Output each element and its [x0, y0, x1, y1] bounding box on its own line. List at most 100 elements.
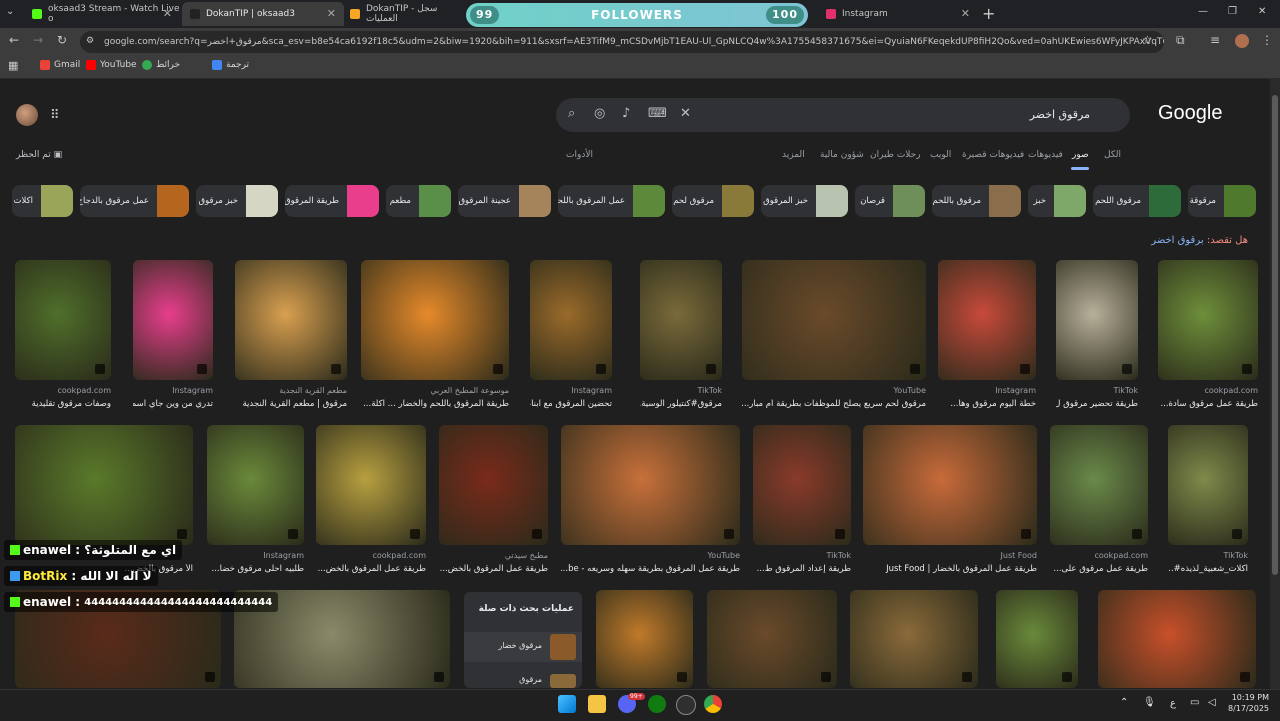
- result-title[interactable]: طريقة عمل المرقوق بطريقة سهله وسريعه - b…: [561, 564, 740, 574]
- chip-1[interactable]: مرقوق اللحم: [1093, 185, 1181, 217]
- start-icon[interactable]: [558, 695, 576, 713]
- xbox-icon[interactable]: [648, 695, 666, 713]
- result-thumbnail[interactable]: [530, 260, 612, 380]
- result-thumbnail[interactable]: [1050, 425, 1148, 545]
- result-source[interactable]: TikTok: [826, 551, 851, 560]
- menu-icon[interactable]: ⋮: [1261, 33, 1273, 47]
- result-source[interactable]: cookpad.com: [1204, 386, 1258, 395]
- tab-all[interactable]: الكل: [1104, 150, 1121, 160]
- related-item[interactable]: مرقوق خضار: [464, 632, 582, 662]
- result-thumbnail[interactable]: [938, 260, 1036, 380]
- result-thumbnail[interactable]: [707, 590, 837, 688]
- result-source[interactable]: TikTok: [1113, 386, 1138, 395]
- chip-2[interactable]: خبز: [1028, 185, 1086, 217]
- result-title[interactable]: خطة اليوم مرقوق وها...: [938, 399, 1036, 409]
- result-thumbnail[interactable]: [640, 260, 722, 380]
- forward-icon[interactable]: →: [33, 33, 43, 47]
- related-item[interactable]: مرقوق: [464, 672, 582, 688]
- tab-videos[interactable]: فيديوهات: [1028, 150, 1063, 160]
- chip-8[interactable]: عجينة المرقوق: [458, 185, 551, 217]
- bookmark-gmail[interactable]: Gmail: [40, 60, 80, 70]
- result-thumbnail[interactable]: [596, 590, 693, 688]
- tab-dokantip-oksaad3[interactable]: DokanTIP | oksaad3 ✕: [182, 2, 344, 26]
- result-thumbnail[interactable]: [561, 425, 740, 545]
- bookmark-youtube[interactable]: YouTube: [86, 60, 137, 70]
- chip-10[interactable]: طريقة المرقوق: [285, 185, 379, 217]
- tab-dokantip-log[interactable]: DokanTIP - سجل العمليات: [342, 2, 464, 26]
- mic-tray-icon[interactable]: 🎙: [1143, 697, 1156, 708]
- chip-11[interactable]: خبز مرقوق: [196, 185, 278, 217]
- tab-search-button[interactable]: ⌄: [6, 6, 14, 17]
- result-title[interactable]: طريقة عمل المرقوق بالخضار | Just Food: [863, 564, 1037, 574]
- result-title[interactable]: مرقوق | مطعم القرية النجدية: [235, 399, 348, 409]
- tab-web[interactable]: الويب: [930, 150, 951, 160]
- file-explorer-icon[interactable]: [588, 695, 606, 713]
- result-thumbnail[interactable]: [1098, 590, 1256, 688]
- tab-instagram[interactable]: Instagram ✕: [818, 2, 978, 26]
- result-thumbnail[interactable]: [15, 425, 193, 545]
- result-title[interactable]: وصفات مرقوق تقليدية: [15, 399, 111, 409]
- safe-search-toggle[interactable]: تم الحظر ▣: [16, 150, 62, 160]
- tab-finance[interactable]: شؤون مالية: [820, 150, 864, 160]
- tab-short-videos[interactable]: فيديوهات قصيرة: [962, 150, 1024, 160]
- close-icon[interactable]: ✕: [961, 7, 970, 20]
- result-thumbnail[interactable]: [439, 425, 548, 545]
- result-thumbnail[interactable]: [850, 590, 978, 688]
- result-source[interactable]: Instagram: [995, 386, 1036, 395]
- chrome-icon[interactable]: [704, 695, 722, 713]
- chip-7[interactable]: عمل المرقوق باللحم: [558, 185, 665, 217]
- tools-button[interactable]: الأدوات: [566, 150, 593, 160]
- language-indicator[interactable]: ع: [1170, 698, 1176, 709]
- result-source[interactable]: YouTube: [893, 386, 926, 395]
- profile-avatar[interactable]: [1235, 34, 1249, 48]
- chip-0[interactable]: مرقوقة: [1188, 185, 1256, 217]
- mic-icon[interactable]: ♪: [622, 106, 630, 121]
- clear-icon[interactable]: ✕: [680, 106, 691, 121]
- reload-icon[interactable]: ↻: [57, 33, 67, 47]
- keyboard-icon[interactable]: ⌨: [648, 106, 667, 121]
- chip-5[interactable]: خبز المرقوق: [761, 185, 848, 217]
- result-source[interactable]: cookpad.com: [57, 386, 111, 395]
- result-thumbnail[interactable]: [207, 425, 304, 545]
- bookmark-star-icon[interactable]: ☆: [1142, 33, 1153, 47]
- result-thumbnail[interactable]: [15, 260, 111, 380]
- result-thumbnail[interactable]: [361, 260, 509, 380]
- chip-12[interactable]: عمل مرقوق بالدجاج: [80, 185, 189, 217]
- result-source[interactable]: cookpad.com: [372, 551, 426, 560]
- bookmark-translate[interactable]: ترجمة: [212, 60, 249, 70]
- obs-icon[interactable]: [676, 695, 696, 715]
- result-thumbnail[interactable]: [863, 425, 1037, 545]
- result-title[interactable]: طريقة عمل المرقوق بالخض...: [316, 564, 426, 574]
- result-source[interactable]: YouTube: [707, 551, 740, 560]
- result-thumbnail[interactable]: [1158, 260, 1258, 380]
- address-bar[interactable]: google.com/search?q=مرقوق+اخضر&sca_esv=b…: [80, 31, 1164, 53]
- site-info-icon[interactable]: ⚙: [86, 36, 94, 46]
- result-source[interactable]: cookpad.com: [1094, 551, 1148, 560]
- result-title[interactable]: طريقة عمل مرقوق سادة...: [1158, 399, 1258, 409]
- bookmark-maps[interactable]: خرائط: [142, 60, 180, 70]
- maximize-button[interactable]: ❐: [1228, 6, 1237, 17]
- search-input[interactable]: مرقوق اخضر: [1030, 108, 1090, 121]
- result-thumbnail[interactable]: [1168, 425, 1248, 545]
- chip-9[interactable]: مطعم: [386, 185, 451, 217]
- minimize-button[interactable]: —: [1198, 6, 1208, 17]
- result-source[interactable]: مطعم القرية النجدية: [279, 386, 347, 395]
- result-thumbnail[interactable]: [753, 425, 851, 545]
- extensions-icon[interactable]: ⧉: [1176, 33, 1185, 48]
- result-source[interactable]: موسوعة المطبخ العربي: [430, 386, 509, 395]
- new-tab-button[interactable]: +: [982, 4, 995, 23]
- result-title[interactable]: تدري من وين جاي اسم...: [133, 399, 213, 409]
- result-source[interactable]: Instagram: [172, 386, 213, 395]
- chip-13[interactable]: اكلات: [12, 185, 73, 217]
- result-thumbnail[interactable]: [1056, 260, 1138, 380]
- result-title[interactable]: مرقوق#كنتيلور الوسية...: [640, 399, 722, 409]
- scrollbar-thumb[interactable]: [1272, 95, 1278, 575]
- close-icon[interactable]: ✕: [327, 7, 336, 20]
- result-thumbnail[interactable]: [316, 425, 426, 545]
- result-title[interactable]: طريقة عمل المرقوق بالخض...: [439, 564, 548, 574]
- result-source[interactable]: Instagram: [571, 386, 612, 395]
- google-apps-icon[interactable]: ⠿: [50, 108, 60, 123]
- result-source[interactable]: Just Food: [1001, 551, 1037, 560]
- result-source[interactable]: Instagram: [263, 551, 304, 560]
- tray-overflow-icon[interactable]: ⌃: [1120, 697, 1128, 708]
